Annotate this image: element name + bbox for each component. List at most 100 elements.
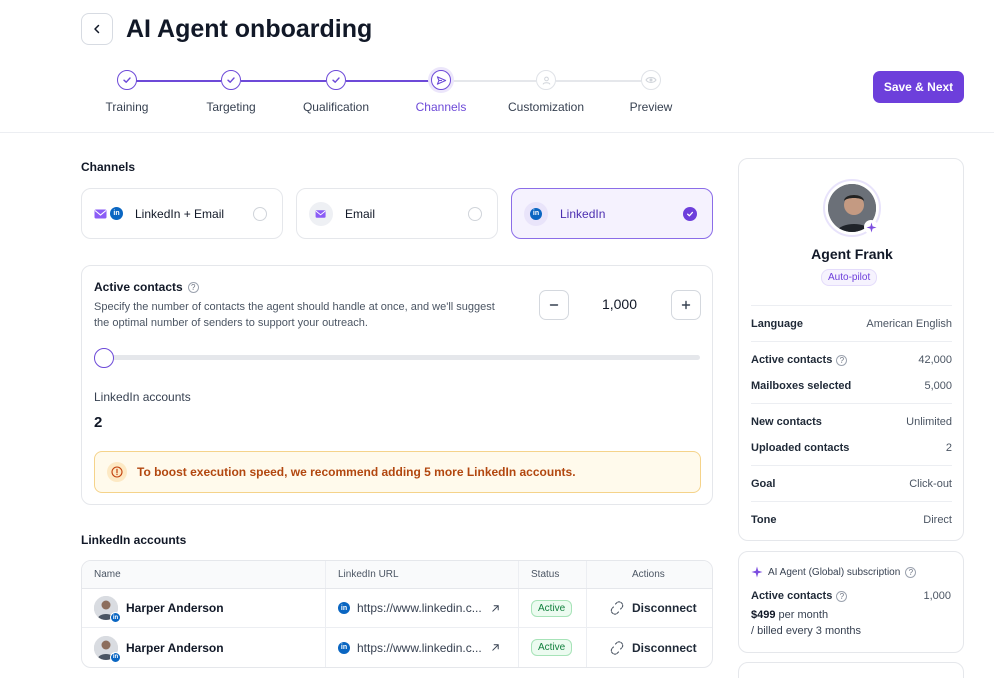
external-link-icon[interactable]: [491, 604, 500, 613]
detail-goal: Goal Click-out: [751, 478, 952, 490]
step-label-channels[interactable]: Channels: [386, 100, 496, 114]
disconnect-label: Disconnect: [632, 601, 697, 615]
subscription-title: AI Agent (Global) subscription ?: [751, 566, 917, 578]
column-divider: [586, 561, 587, 588]
step-connector: [136, 80, 221, 82]
divider: [751, 465, 952, 466]
warning-text: To boost execution speed, we recommend a…: [137, 465, 576, 479]
subscription-key-text: Active contacts: [751, 590, 833, 602]
active-contacts-description: Specify the number of contacts the agent…: [94, 301, 495, 329]
price-suffix: per month: [775, 609, 829, 621]
subscription-card: AI Agent (Global) subscription ? Active …: [738, 551, 964, 653]
detail-key: Active contacts?: [751, 354, 848, 366]
detail-value: Click-out: [909, 478, 952, 490]
step-label-qualification[interactable]: Qualification: [281, 100, 391, 114]
unlink-icon: [610, 601, 624, 615]
detail-value: Direct: [923, 514, 952, 526]
disconnect-label: Disconnect: [632, 640, 697, 655]
mail-icon: [309, 201, 333, 226]
detail-value: 42,000: [918, 354, 952, 366]
channel-option-linkedin-email[interactable]: in LinkedIn + Email: [81, 188, 283, 239]
disconnect-button[interactable]: Disconnect: [610, 628, 697, 667]
chevron-left-icon: [94, 24, 100, 34]
minus-icon: [549, 304, 559, 306]
column-divider: [325, 589, 326, 627]
step-training-check-icon[interactable]: [117, 70, 137, 90]
channel-option-label: Email: [345, 206, 376, 221]
column-header-url: LinkedIn URL: [338, 569, 399, 580]
account-name: Harper Anderson: [126, 640, 224, 655]
help-icon[interactable]: ?: [905, 566, 917, 578]
step-connector: [241, 80, 326, 82]
header: AI Agent onboarding Training Targeting Q…: [0, 0, 994, 133]
step-label-preview[interactable]: Preview: [596, 100, 706, 114]
avatar: in: [94, 596, 121, 623]
step-label-training[interactable]: Training: [72, 100, 182, 114]
sparkle-icon: [751, 566, 763, 578]
detail-new-contacts: New contacts Unlimited: [751, 416, 952, 428]
additional-card: [738, 662, 964, 678]
step-targeting-check-icon[interactable]: [221, 70, 241, 90]
channel-option-linkedin[interactable]: in LinkedIn: [511, 188, 713, 239]
step-connector: [556, 80, 641, 82]
increment-button[interactable]: [671, 290, 701, 320]
linkedin-accounts-label: LinkedIn accounts: [94, 390, 191, 404]
detail-key: Mailboxes selected: [751, 380, 852, 392]
step-channels-send-icon[interactable]: [431, 70, 451, 90]
account-name: Harper Anderson: [126, 601, 224, 615]
table-row: in Harper Anderson in https://www.linked…: [82, 589, 712, 628]
disconnect-button[interactable]: Disconnect: [610, 589, 697, 627]
step-connector: [346, 80, 431, 82]
contacts-slider-track[interactable]: [94, 355, 700, 360]
divider: [751, 403, 952, 404]
decrement-button[interactable]: [539, 290, 569, 320]
linkedin-icon: in: [338, 641, 350, 654]
channel-option-label: LinkedIn + Email: [135, 206, 225, 221]
step-qualification-check-icon[interactable]: [326, 70, 346, 90]
detail-key-text: Active contacts: [751, 354, 833, 366]
subscription-key: Active contacts ?: [751, 590, 848, 602]
help-icon[interactable]: ?: [187, 281, 199, 293]
table-row: in Harper Anderson in https://www.linked…: [82, 628, 712, 667]
linkedin-icon: in: [524, 201, 548, 226]
agent-mode-badge: Auto-pilot: [821, 269, 878, 286]
status-badge: Active: [531, 639, 573, 656]
step-connector: [451, 80, 536, 82]
account-url[interactable]: https://www.linkedin.c...: [357, 641, 482, 655]
sparkle-icon: [864, 220, 878, 234]
step-label-targeting[interactable]: Targeting: [176, 100, 286, 114]
channel-radio[interactable]: [253, 207, 267, 221]
channel-radio-checked-icon[interactable]: [683, 207, 697, 221]
save-next-button[interactable]: Save & Next: [873, 71, 964, 103]
detail-value: 5,000: [924, 380, 952, 392]
channels-section-title: Channels: [81, 160, 136, 174]
step-customization-user-icon[interactable]: [536, 70, 556, 90]
alert-icon: [107, 462, 127, 482]
contacts-slider-thumb[interactable]: [94, 348, 114, 368]
linkedin-accounts-section-title: LinkedIn accounts: [81, 533, 187, 547]
help-icon[interactable]: ?: [836, 590, 848, 602]
column-header-name: Name: [94, 569, 121, 580]
step-label-customization[interactable]: Customization: [491, 100, 601, 114]
mail-linkedin-icon: in: [94, 207, 123, 220]
detail-key: Goal: [751, 478, 776, 490]
active-contacts-value[interactable]: 1,000: [587, 296, 652, 312]
price-amount: $499: [751, 609, 776, 621]
channel-option-email[interactable]: Email: [296, 188, 498, 239]
help-icon[interactable]: ?: [836, 354, 848, 366]
column-header-status: Status: [531, 569, 560, 580]
subscription-title-text: AI Agent (Global) subscription: [768, 566, 901, 578]
divider: [751, 341, 952, 342]
channel-radio[interactable]: [468, 207, 482, 221]
unlink-icon: [610, 640, 624, 655]
account-url[interactable]: https://www.linkedin.c...: [357, 601, 482, 615]
external-link-icon[interactable]: [491, 643, 500, 652]
step-preview-eye-icon[interactable]: [641, 70, 661, 90]
subscription-price: $499 per month: [751, 609, 828, 621]
back-button[interactable]: [81, 13, 113, 45]
column-divider: [586, 589, 587, 627]
linkedin-badge-icon: in: [110, 651, 121, 663]
linkedin-accounts-table: Name LinkedIn URL Status Actions in Harp…: [81, 560, 713, 668]
column-divider: [586, 628, 587, 667]
column-header-actions: Actions: [632, 569, 665, 580]
